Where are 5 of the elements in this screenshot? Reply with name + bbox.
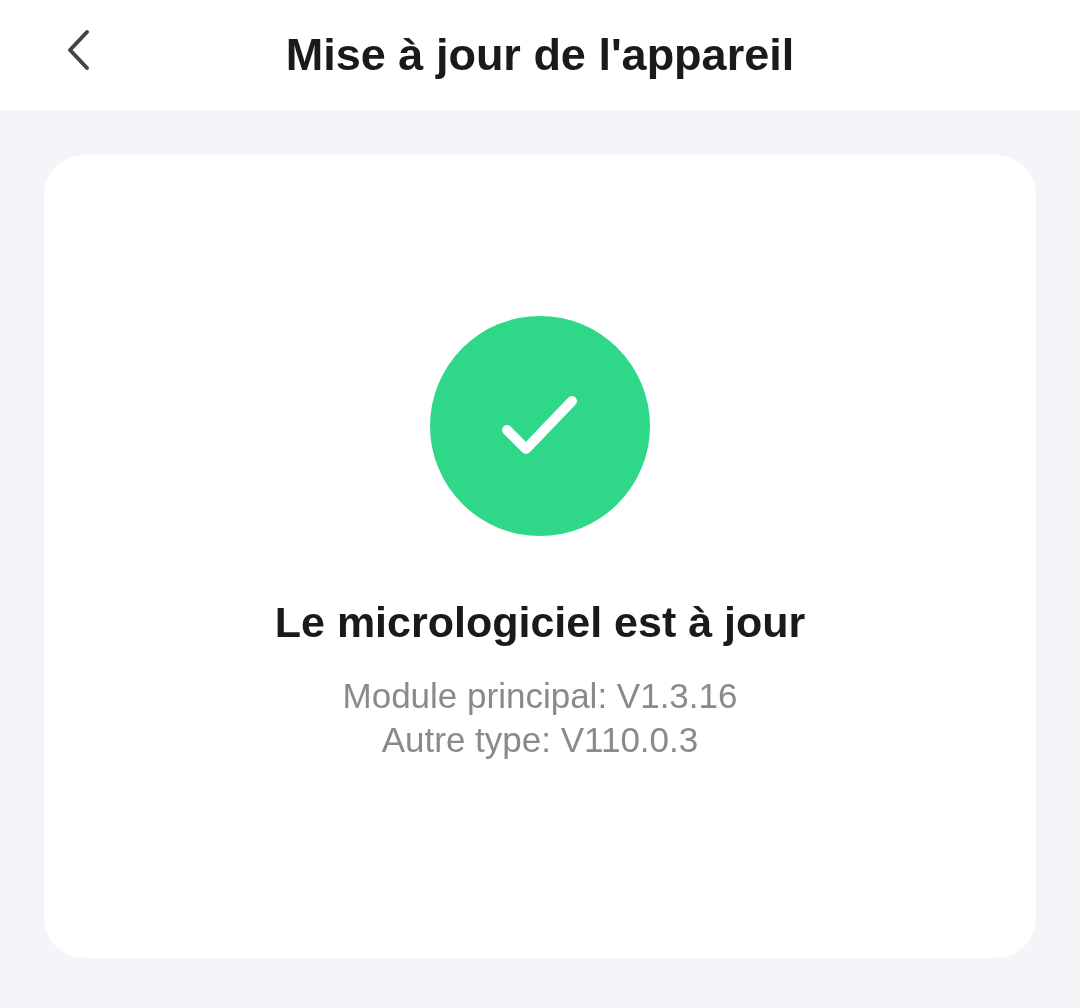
status-heading: Le micrologiciel est à jour (274, 598, 806, 647)
chevron-left-icon (66, 29, 90, 71)
version-text: Module principal: V1.3.16 (342, 675, 738, 717)
version-text: Autre type: V110.0.3 (381, 719, 699, 761)
page-title: Mise à jour de l'appareil (285, 29, 795, 81)
